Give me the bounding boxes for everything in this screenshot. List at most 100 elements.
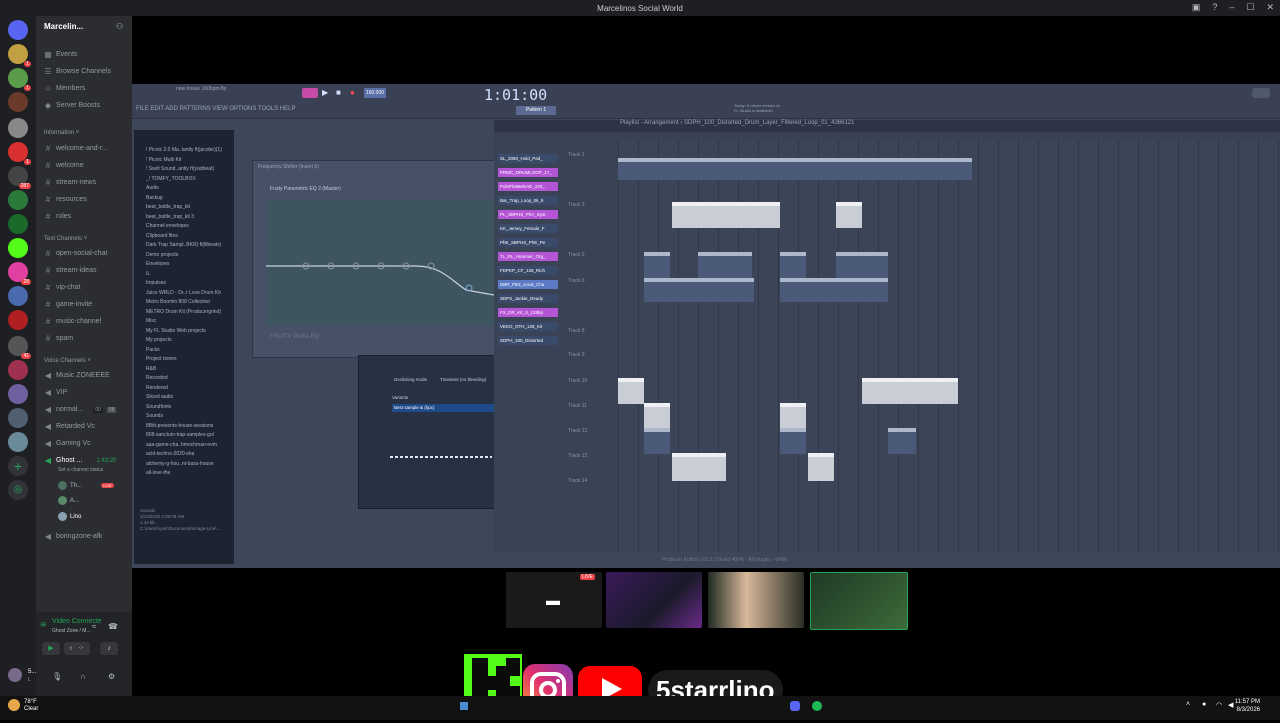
browser-item[interactable]: My FL Studio Web projects [146, 328, 206, 334]
channel-button[interactable]: VEKO_OTH_128_Kit [498, 322, 558, 331]
browser-item[interactable]: Project bones [146, 356, 177, 362]
browser-item[interactable]: Packs [146, 347, 160, 353]
voice-user[interactable]: A... [58, 496, 79, 505]
nav-server-boosts[interactable]: ◆ Server Boosts [44, 101, 100, 110]
browser-item[interactable]: Sounds [146, 413, 163, 419]
nav-browse-channels[interactable]: ☰ Browse Channels [44, 67, 110, 76]
eq-graph[interactable] [266, 200, 495, 326]
playlist-clip[interactable] [780, 278, 888, 302]
browser-item[interactable]: beat_battle_trap_kit [146, 204, 190, 210]
playlist-clip[interactable] [780, 252, 806, 278]
browser-item[interactable]: Demo projects [146, 252, 178, 258]
transient-option[interactable]: Transient (no bleeding) [440, 377, 486, 382]
browser-item[interactable]: My projects [146, 337, 172, 343]
volume-icon[interactable]: ◀ [1228, 701, 1233, 709]
weather-widget[interactable]: 78°F Clear [24, 699, 38, 713]
invite-icon[interactable]: ⚇ [116, 22, 123, 31]
help-icon[interactable]: ? [1212, 2, 1217, 13]
maximize-button[interactable]: ☐ [1246, 2, 1254, 13]
channel-item[interactable]: # game-invite [44, 300, 92, 309]
playlist-clip[interactable] [780, 403, 806, 429]
discover-icon[interactable]: ◎ [8, 480, 28, 500]
browser-item[interactable]: Channel envelopes [146, 223, 189, 229]
user-name[interactable]: 5... [28, 669, 36, 675]
server-icon[interactable] [8, 214, 28, 234]
browser-item[interactable]: Juice WRLD - Dr..r Love Drum Kit [146, 290, 221, 296]
server-icon[interactable] [8, 360, 28, 380]
noise-suppression-icon[interactable]: ≈ [92, 622, 96, 631]
microphone-icon[interactable]: 🎙 [52, 672, 62, 681]
voice-user[interactable]: Th... LIVE [58, 481, 114, 490]
wifi-icon[interactable]: ◠ [1216, 701, 1222, 709]
nav-events[interactable]: ▦ Events [44, 50, 77, 59]
channel-status[interactable]: Set a channel status [58, 467, 103, 473]
server-icon[interactable] [8, 408, 28, 428]
browser-item[interactable]: Impulses [146, 280, 166, 286]
playlist-clip[interactable] [644, 403, 670, 429]
browser-item[interactable]: beat_battle_trap_kit 3 [146, 214, 194, 220]
browser-item[interactable]: acid-techno-2020-sha [146, 451, 194, 457]
category-information[interactable]: Information ˅ [44, 130, 79, 136]
fl-menu-bar[interactable]: FILE EDIT ADD PATTERNS VIEW OPTIONS TOOL… [136, 106, 295, 112]
microphone-tray-icon[interactable]: ● [1202, 701, 1206, 708]
playlist-clip[interactable] [644, 428, 670, 454]
server-icon[interactable]: 1 [8, 68, 31, 91]
channel-button[interactable]: Bar_Trap_Loop_0k_9 [498, 196, 558, 205]
variant-row[interactable]: Best sample & (bpc) [392, 404, 494, 412]
channel-button[interactable]: PoloPlotMelvAE_220_ [498, 182, 558, 191]
server-icon[interactable] [8, 190, 28, 210]
track-label[interactable]: Track 14 [568, 478, 587, 484]
track-label[interactable]: Track 10 [568, 378, 587, 384]
server-icon[interactable]: 1 [8, 142, 31, 165]
channel-item[interactable]: # vip-chat [44, 283, 81, 292]
playlist-clip[interactable] [618, 378, 644, 404]
server-icon[interactable]: 28 [8, 262, 31, 285]
browser-item[interactable]: METRO Drum Kit (Producergrind) [146, 309, 221, 315]
server-icon[interactable]: 41 [8, 336, 31, 359]
track-label[interactable]: Track 9 [568, 352, 584, 358]
playlist-clip[interactable] [836, 252, 888, 278]
track-label[interactable]: Track 13 [568, 453, 587, 459]
add-server-icon[interactable]: + [8, 456, 28, 476]
server-icon[interactable] [8, 310, 28, 330]
track-label[interactable]: Track 12 [568, 428, 587, 434]
server-icon[interactable] [8, 384, 28, 404]
channel-item[interactable]: # stream-news [44, 178, 96, 187]
track-label[interactable]: Track 6 [568, 278, 584, 284]
playlist-clip[interactable] [672, 202, 780, 228]
inbox-icon[interactable]: ▣ [1192, 2, 1201, 13]
browser-item[interactable]: 808-sanctum-trap-samples-gol [146, 432, 214, 438]
browser-item[interactable]: Rendered [146, 385, 168, 391]
playlist-clip[interactable] [808, 453, 834, 481]
soundboard-button[interactable]: ♪ [100, 642, 118, 655]
browser-item[interactable]: Sliced audio [146, 394, 173, 400]
signal-icon[interactable]: ≋ [40, 620, 47, 629]
channel-item[interactable]: # resources [44, 195, 87, 204]
discord-taskbar-icon[interactable] [790, 701, 800, 711]
server-name[interactable]: Marcelin... [44, 22, 83, 31]
camera-button[interactable]: ▶ [42, 642, 60, 655]
browser-item[interactable]: ! Picnic Multi Kit [146, 157, 181, 163]
channel-item[interactable]: # welcome [44, 161, 84, 170]
browser-item[interactable]: alchemy-g-hou..nt-bass-house [146, 461, 214, 467]
channel-item[interactable]: # roles [44, 212, 71, 221]
channel-item[interactable]: # music-channel [44, 317, 101, 326]
tempo-display[interactable]: 160.000 [364, 88, 386, 98]
pattern-mode-button[interactable] [302, 88, 318, 98]
playlist-clip[interactable] [672, 453, 726, 481]
kick-server-icon[interactable] [8, 238, 28, 258]
voice-channel-item[interactable]: ◀ Music ZONEEEE [44, 371, 110, 380]
track-label[interactable]: Track 1 [568, 152, 584, 158]
headphones-icon[interactable]: ∩ [80, 672, 86, 681]
browser-item[interactable]: Soundfonts [146, 404, 171, 410]
browser-item[interactable]: ! Swirl Sound..antly ft(yadbeat) [146, 166, 214, 172]
server-icon[interactable] [8, 286, 28, 306]
nav-members[interactable]: ☺ Members [44, 84, 85, 93]
track-label[interactable]: Track 8 [568, 328, 584, 334]
disconnect-icon[interactable]: ☎ [108, 622, 118, 631]
browser-item[interactable]: Audio [146, 185, 159, 191]
category-voice-channels[interactable]: Voice Channels ˅ [44, 358, 91, 364]
voice-connected-channel[interactable]: Ghost Zone / M... [52, 628, 91, 634]
track-label[interactable]: Track 3 [568, 202, 584, 208]
browser-item[interactable]: aaa-game-cha..hmochman-evm [146, 442, 217, 448]
